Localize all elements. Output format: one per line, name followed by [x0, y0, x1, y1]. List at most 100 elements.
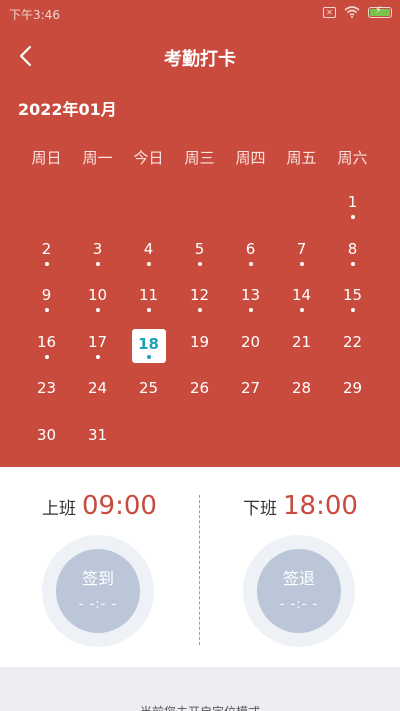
calendar-day[interactable]: 12 [174, 279, 225, 326]
calendar-day[interactable]: 6 [225, 233, 276, 280]
attendance-dot [146, 354, 151, 359]
weekday-5: 周五 [286, 149, 317, 167]
calendar-blank [21, 186, 72, 233]
day-number: 5 [194, 239, 205, 258]
day-number: 2 [41, 239, 52, 258]
attendance-dot [299, 261, 304, 266]
calendar-grid: 1 2 3 4 5 6 7 8 9 10 11 12 13 14 15 16 17 18 19 20 21 22 23 24 2… [21, 186, 378, 465]
attendance-dot [95, 354, 100, 359]
attendance-dot [146, 261, 151, 266]
calendar-day[interactable]: 5 [174, 233, 225, 280]
calendar-day[interactable]: 22 [327, 326, 378, 373]
calendar-day[interactable]: 23 [21, 372, 72, 419]
attendance-dot [248, 261, 253, 266]
calendar-day[interactable]: 13 [225, 279, 276, 326]
check-in-button-time: - -:- - [78, 597, 118, 612]
calendar-day[interactable]: 26 [174, 372, 225, 419]
calendar-day[interactable]: 29 [327, 372, 378, 419]
calendar-day[interactable]: 17 [72, 326, 123, 373]
day-number: 17 [87, 332, 108, 351]
calendar-day[interactable]: 25 [123, 372, 174, 419]
calendar-day[interactable]: 4 [123, 233, 174, 280]
header-panel: 下午3:46 ✕ ⚡ 考勤打卡 2022年01月 周日 周一 今日 周三 周四 周五 周六 … [0, 0, 400, 467]
check-in-button-label: 签到 [81, 569, 114, 588]
calendar-day[interactable]: 19 [174, 326, 225, 373]
calendar-day[interactable]: 11 [123, 279, 174, 326]
day-number: 22 [342, 332, 363, 351]
attendance-dot [95, 261, 100, 266]
check-in-button[interactable]: 签到 - -:- - [56, 549, 140, 633]
attendance-dot [248, 308, 253, 312]
check-out-time: 18:00 [283, 491, 358, 521]
day-number: 11 [138, 286, 159, 304]
attendance-dot [299, 308, 304, 312]
calendar-day[interactable]: 24 [72, 372, 123, 419]
check-out-label: 下班 [243, 499, 277, 519]
day-number: 3 [92, 239, 103, 258]
day-number: 26 [189, 379, 210, 397]
calendar-day[interactable]: 14 [276, 279, 327, 326]
attendance-dot [197, 308, 202, 312]
day-number: 30 [36, 425, 57, 444]
day-number: 25 [138, 379, 159, 397]
day-number: 7 [296, 239, 307, 258]
status-icons: ✕ ⚡ [323, 5, 392, 18]
page-title: 考勤打卡 [164, 49, 236, 70]
attendance-dot [44, 308, 49, 312]
day-number: 29 [342, 379, 363, 397]
calendar-day[interactable]: 2 [21, 233, 72, 280]
day-number: 14 [291, 286, 312, 304]
day-number: 16 [36, 332, 57, 351]
day-number: 24 [87, 379, 108, 397]
calendar-day[interactable]: 10 [72, 279, 123, 326]
attendance-card: 上班 09:00 下班 18:00 签到 - -:- - 签退 - -:- - [0, 467, 400, 667]
status-bar: 下午3:46 ✕ ⚡ [0, 0, 400, 26]
calendar-day[interactable]: 28 [276, 372, 327, 419]
check-out-button-time: - -:- - [279, 597, 319, 612]
check-out-ring: 签退 - -:- - [243, 535, 355, 647]
attendance-dot [197, 261, 202, 266]
calendar-day[interactable]: 1 [327, 186, 378, 233]
calendar-day[interactable]: 9 [21, 279, 72, 326]
day-number: 1 [347, 193, 358, 211]
calendar-day[interactable]: 20 [225, 326, 276, 373]
attendance-dot [44, 261, 49, 266]
day-number: 20 [240, 332, 261, 351]
day-number: 10 [87, 286, 108, 304]
day-number: 28 [291, 379, 312, 397]
calendar-day[interactable]: 16 [21, 326, 72, 373]
calendar-day[interactable]: 15 [327, 279, 378, 326]
check-in-shift: 上班 09:00 [42, 491, 157, 521]
calendar-day[interactable]: 27 [225, 372, 276, 419]
calendar-day[interactable]: 31 [72, 419, 123, 466]
status-time: 下午3:46 [9, 8, 60, 22]
divider [199, 495, 200, 645]
calendar-day[interactable]: 8 [327, 233, 378, 280]
calendar-blank [123, 186, 174, 233]
day-number: 23 [36, 379, 57, 397]
check-out-shift: 下班 18:00 [243, 491, 358, 521]
check-out-button[interactable]: 签退 - -:- - [257, 549, 341, 633]
battery-icon: ⚡ [368, 5, 392, 18]
calendar-day[interactable]: 7 [276, 233, 327, 280]
calendar-blank [72, 186, 123, 233]
calendar-blank [225, 186, 276, 233]
attendance-dot [146, 308, 151, 312]
day-number: 4 [143, 239, 154, 258]
day-number: 27 [240, 379, 261, 397]
location-hint: 当前您未开启定位模式 [0, 703, 400, 711]
wifi-icon [344, 6, 360, 18]
calendar-blank [276, 186, 327, 233]
day-number: 9 [41, 286, 52, 304]
weekday-row: 周日 周一 今日 周三 周四 周五 周六 [21, 147, 378, 168]
attendance-dot [44, 354, 49, 359]
day-number: 13 [240, 286, 261, 304]
calendar-day[interactable]: 21 [276, 326, 327, 373]
day-number: 31 [87, 425, 108, 444]
calendar-day-today[interactable]: 18 [123, 326, 174, 373]
calendar-day[interactable]: 30 [21, 419, 72, 466]
weekday-4: 周四 [235, 149, 266, 167]
check-in-time: 09:00 [82, 491, 157, 521]
calendar-day[interactable]: 3 [72, 233, 123, 280]
day-number: 15 [342, 286, 363, 304]
